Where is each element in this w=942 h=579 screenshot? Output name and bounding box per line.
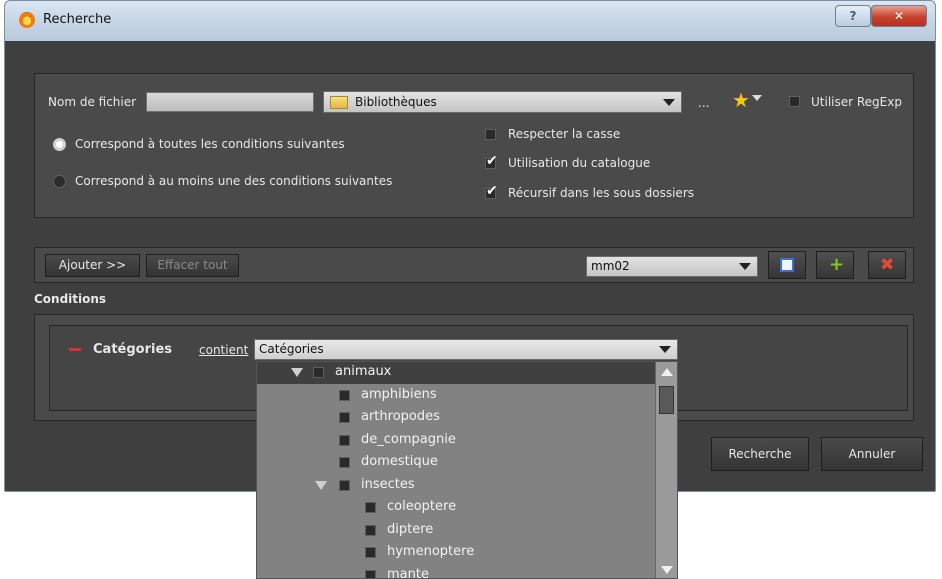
checkmark-icon: ✔ bbox=[486, 153, 498, 169]
filename-input[interactable] bbox=[146, 92, 314, 112]
app-icon bbox=[19, 12, 35, 28]
condition-field-label: Catégories bbox=[93, 342, 173, 357]
filename-label: Nom de fichier bbox=[48, 95, 137, 109]
condition-value: Catégories bbox=[259, 342, 324, 356]
catalog-checkbox[interactable]: ✔ bbox=[485, 154, 498, 169]
tree-item-label: domestique bbox=[361, 454, 438, 469]
favorites-chevron-icon[interactable] bbox=[752, 95, 762, 101]
tree-item-label: de_compagnie bbox=[361, 432, 456, 447]
recursive-checkbox[interactable]: ✔ bbox=[485, 184, 498, 199]
close-button[interactable]: ✕ bbox=[871, 5, 927, 27]
scroll-thumb[interactable] bbox=[659, 386, 674, 414]
case-label: Respecter la casse bbox=[508, 127, 621, 141]
expand-arrow-icon bbox=[315, 481, 327, 490]
tree-item-label: coleoptere bbox=[387, 499, 457, 514]
recursive-label: Récursif dans les sous dossiers bbox=[508, 186, 694, 200]
tree-item-label: animaux bbox=[335, 364, 392, 379]
tree-checkbox[interactable] bbox=[365, 570, 376, 578]
tree-checkbox[interactable] bbox=[339, 457, 350, 468]
tree-item-label: amphibiens bbox=[361, 387, 437, 402]
delete-icon: ✖ bbox=[880, 255, 895, 275]
dropdown-scrollbar[interactable] bbox=[655, 362, 677, 578]
tree-checkbox[interactable] bbox=[339, 435, 350, 446]
help-button[interactable]: ? bbox=[835, 5, 871, 27]
condition-operator-link[interactable]: contient bbox=[199, 343, 248, 357]
match-any-label: Correspond à au moins une des conditions… bbox=[75, 174, 393, 188]
add-preset-button[interactable]: + bbox=[816, 251, 854, 279]
match-all-label: Correspond à toutes les conditions suiva… bbox=[75, 137, 345, 151]
regexp-label: Utiliser RegExp bbox=[811, 95, 902, 109]
clear-all-button[interactable]: Effacer tout bbox=[146, 254, 239, 277]
conditions-header: Conditions bbox=[34, 292, 107, 306]
preset-value: mm02 bbox=[591, 259, 630, 273]
cancel-button[interactable]: Annuler bbox=[821, 437, 923, 471]
preset-select[interactable]: mm02 bbox=[586, 256, 758, 277]
chevron-down-icon bbox=[739, 263, 751, 270]
regexp-checkbox[interactable] bbox=[789, 96, 800, 107]
browse-button[interactable]: ... bbox=[698, 96, 709, 110]
checkmark-icon: ✔ bbox=[486, 183, 498, 199]
chevron-down-icon bbox=[663, 99, 675, 106]
window-title: Recherche bbox=[43, 12, 112, 27]
chevron-down-icon bbox=[659, 346, 671, 353]
categories-dropdown-list[interactable]: animaux amphibiens arthropodes de_compag… bbox=[256, 361, 678, 579]
add-button[interactable]: Ajouter >> bbox=[45, 254, 140, 277]
match-all-radio[interactable] bbox=[53, 138, 66, 151]
scroll-down-icon[interactable] bbox=[661, 566, 673, 574]
remove-condition-icon[interactable] bbox=[69, 348, 81, 351]
location-select[interactable]: Bibliothèques bbox=[323, 91, 682, 113]
case-checkbox[interactable] bbox=[485, 129, 496, 140]
tree-item-label: hymenoptere bbox=[387, 544, 475, 559]
folder-icon bbox=[330, 96, 348, 109]
catalog-label: Utilisation du catalogue bbox=[508, 156, 651, 170]
tree-item-label: insectes bbox=[361, 477, 415, 492]
favorites-star-icon[interactable]: ★ bbox=[732, 88, 750, 112]
tree-checkbox[interactable] bbox=[365, 502, 376, 513]
tree-checkbox[interactable] bbox=[365, 547, 376, 558]
save-icon bbox=[780, 258, 794, 272]
tree-checkbox[interactable] bbox=[339, 390, 350, 401]
search-button[interactable]: Recherche bbox=[711, 437, 809, 471]
tree-item-label: arthropodes bbox=[361, 409, 440, 424]
tree-checkbox[interactable] bbox=[339, 480, 350, 491]
delete-preset-button[interactable]: ✖ bbox=[868, 251, 906, 279]
plus-icon: + bbox=[829, 254, 845, 275]
location-value: Bibliothèques bbox=[355, 95, 437, 109]
tree-checkbox[interactable] bbox=[313, 367, 324, 378]
scroll-up-icon[interactable] bbox=[661, 368, 673, 376]
tree-checkbox[interactable] bbox=[339, 412, 350, 423]
question-icon: ? bbox=[849, 9, 857, 23]
condition-value-select[interactable]: Catégories bbox=[254, 339, 678, 360]
tree-item-animaux[interactable]: animaux bbox=[257, 362, 655, 384]
tree-checkbox[interactable] bbox=[365, 525, 376, 536]
tree-item-label: diptere bbox=[387, 522, 434, 537]
close-icon: ✕ bbox=[893, 9, 905, 23]
tree-item-label: mante bbox=[387, 567, 429, 579]
save-preset-button[interactable] bbox=[768, 251, 806, 279]
expand-arrow-icon bbox=[291, 368, 303, 377]
title-bar[interactable]: Recherche ? ✕ bbox=[5, 1, 935, 41]
match-any-radio[interactable] bbox=[53, 175, 66, 188]
